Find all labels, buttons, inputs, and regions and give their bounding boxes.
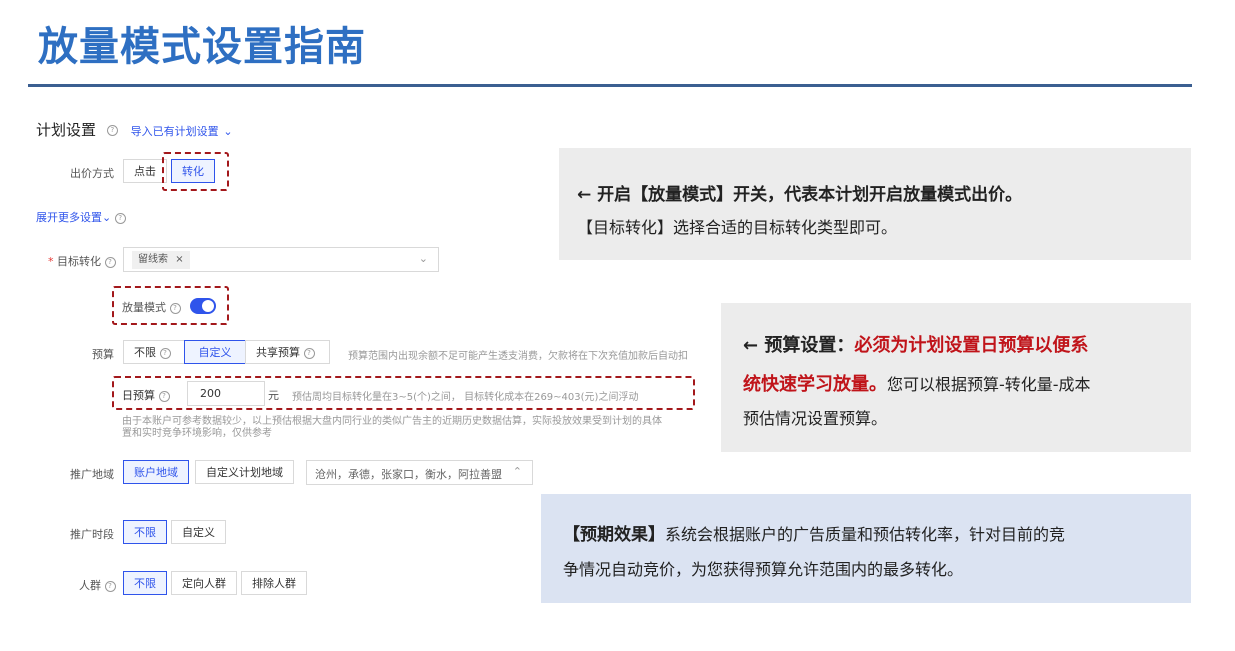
- budget-note: 预算范围内出现余额不足可能产生透支消费，欠款将在下次充值加款后自动扣: [348, 351, 688, 362]
- help-icon[interactable]: ?: [104, 580, 116, 592]
- budget-shared-text: 共享预算: [256, 346, 300, 359]
- callout-effect-text1: 系统会根据账户的广告质量和预估转化率，针对目前的竞: [665, 525, 1066, 544]
- audience-targeted-button[interactable]: 定向人群: [171, 571, 237, 595]
- time-label: 推广时段: [70, 528, 114, 541]
- target-tag-label: 留线索: [138, 254, 168, 265]
- section-title: 计划设置 ? 导入已有计划设置 ⌄: [36, 119, 233, 140]
- estimate-disclaimer-line2: 置和实时竞争环境影响，仅供参考: [122, 428, 272, 439]
- budget-custom-button[interactable]: 自定义: [184, 340, 246, 364]
- budget-unlimited-button[interactable]: 不限 ?: [123, 340, 185, 364]
- target-tag: 留线索 ×: [132, 251, 190, 269]
- help-icon[interactable]: ?: [106, 125, 118, 136]
- callout-budget-rest: 您可以根据预算-转化量-成本: [887, 375, 1091, 394]
- target-select[interactable]: 留线索 × ⌄: [123, 247, 439, 272]
- audience-label-text: 人群: [79, 579, 101, 592]
- callout-budget-prefix: ← 预算设置：: [743, 335, 855, 356]
- bid-label: 出价方式: [70, 167, 114, 180]
- help-icon[interactable]: ?: [104, 256, 116, 268]
- chevron-up-icon[interactable]: ⌃: [513, 465, 522, 478]
- help-icon[interactable]: ?: [159, 347, 171, 359]
- chevron-down-icon[interactable]: ⌄: [419, 252, 428, 265]
- budget-unlimited-text: 不限: [134, 346, 156, 359]
- budget-shared-button[interactable]: 共享预算 ?: [245, 340, 330, 364]
- callout-budget-line3: 预估情况设置预算。: [743, 409, 888, 428]
- title-divider: [28, 84, 1192, 87]
- audience-label: 人群 ?: [79, 577, 116, 593]
- expand-settings-text: 展开更多设置: [36, 211, 102, 224]
- chevron-down-icon[interactable]: ⌄: [223, 125, 232, 138]
- time-unlimited-button[interactable]: 不限: [123, 520, 167, 544]
- target-label-text: 目标转化: [57, 255, 101, 268]
- expand-settings-link[interactable]: 展开更多设置⌄ ?: [36, 209, 126, 225]
- highlight-bid: [162, 152, 229, 191]
- region-custom-button[interactable]: 自定义计划地域: [195, 460, 294, 484]
- callout-effect-line2: 争情况自动竞价，为您获得预算允许范围内的最多转化。: [563, 560, 964, 579]
- chevron-down-icon: ⌄: [102, 211, 112, 224]
- help-icon[interactable]: ?: [303, 347, 315, 359]
- highlight-boost: [112, 286, 229, 325]
- callout-boost-line2: 【目标转化】选择合适的目标转化类型即可。: [577, 218, 898, 237]
- region-select[interactable]: 沧州，承德，张家口，衡水，阿拉善盟 ⌃: [306, 460, 533, 485]
- callout-budget-emphasis1: 必须为计划设置日预算以便系: [854, 335, 1089, 356]
- budget-label: 预算: [92, 348, 114, 361]
- callout-effect-head: 【预期效果】: [563, 525, 665, 545]
- region-value: 沧州，承德，张家口，衡水，阿拉善盟: [315, 468, 502, 481]
- audience-excluded-button[interactable]: 排除人群: [241, 571, 307, 595]
- help-icon[interactable]: ?: [114, 212, 126, 224]
- callout-budget-line2: 统快速学习放量。您可以根据预算-转化量-成本: [743, 370, 1091, 396]
- region-label: 推广地域: [70, 468, 114, 481]
- import-settings-link[interactable]: 导入已有计划设置: [131, 125, 219, 138]
- page-title: 放量模式设置指南: [38, 24, 366, 70]
- callout-budget-line1: ← 预算设置：必须为计划设置日预算以便系: [743, 331, 1088, 357]
- required-mark-icon: *: [48, 255, 54, 268]
- audience-unlimited-button[interactable]: 不限: [123, 571, 167, 595]
- callout-effect-line1: 【预期效果】系统会根据账户的广告质量和预估转化率，针对目前的竞: [563, 520, 1065, 545]
- callout-budget-emphasis2: 统快速学习放量。: [743, 374, 887, 395]
- target-label: * 目标转化 ?: [48, 253, 116, 269]
- time-custom-button[interactable]: 自定义: [171, 520, 226, 544]
- close-icon[interactable]: ×: [175, 254, 183, 265]
- region-account-button[interactable]: 账户地域: [123, 460, 189, 484]
- callout-boost-mode: ← 开启【放量模式】开关，代表本计划开启放量模式出价。 【目标转化】选择合适的目…: [559, 148, 1191, 260]
- callout-expected-effect: 【预期效果】系统会根据账户的广告质量和预估转化率，针对目前的竞 争情况自动竞价，…: [541, 494, 1191, 603]
- bid-click-button[interactable]: 点击: [123, 159, 167, 183]
- callout-boost-line1: ← 开启【放量模式】开关，代表本计划开启放量模式出价。: [577, 185, 1023, 205]
- highlight-daily-budget: [112, 376, 695, 410]
- callout-budget: ← 预算设置：必须为计划设置日预算以便系 统快速学习放量。您可以根据预算-转化量…: [721, 303, 1191, 452]
- section-title-text: 计划设置: [36, 121, 97, 139]
